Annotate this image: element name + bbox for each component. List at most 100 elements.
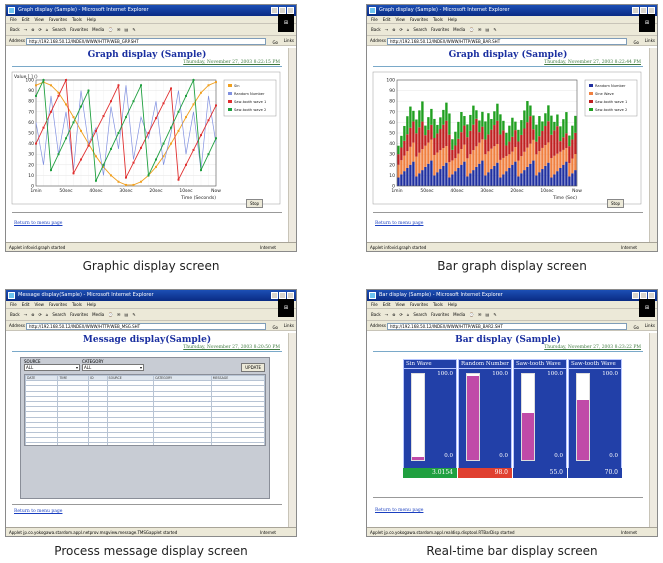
- return-to-menu-link[interactable]: Return to menu page: [14, 509, 62, 514]
- media-button[interactable]: Media: [92, 27, 104, 32]
- favorites-button[interactable]: Favorites: [431, 312, 449, 317]
- forward-button[interactable]: →: [24, 312, 27, 317]
- menu-view[interactable]: View: [34, 302, 44, 307]
- forward-button[interactable]: →: [24, 27, 27, 32]
- media-button[interactable]: Media: [453, 27, 465, 32]
- forward-button[interactable]: →: [385, 27, 388, 32]
- vertical-scrollbar[interactable]: [649, 333, 657, 527]
- stop-icon[interactable]: ⊗: [392, 27, 395, 32]
- menu-file[interactable]: File: [10, 302, 17, 307]
- menu-file[interactable]: File: [371, 302, 378, 307]
- menu-edit[interactable]: Edit: [22, 17, 30, 22]
- stop-icon[interactable]: ⊗: [392, 312, 395, 317]
- close-icon[interactable]: [287, 292, 294, 299]
- menu-edit[interactable]: Edit: [22, 302, 30, 307]
- mail-icon[interactable]: ✉: [478, 312, 481, 317]
- menu-file[interactable]: File: [371, 17, 378, 22]
- menu-file[interactable]: File: [10, 17, 17, 22]
- close-icon[interactable]: [648, 7, 655, 14]
- return-to-menu-link[interactable]: Return to menu page: [375, 508, 423, 513]
- return-to-menu-link[interactable]: Return to menu page: [375, 221, 423, 226]
- menu-tools[interactable]: Tools: [433, 17, 443, 22]
- vertical-scrollbar[interactable]: [288, 48, 296, 242]
- menu-favorites[interactable]: Favorites: [49, 302, 67, 307]
- menu-view[interactable]: View: [34, 17, 44, 22]
- minimize-icon[interactable]: [271, 7, 278, 14]
- maximize-icon[interactable]: [279, 7, 286, 14]
- forward-button[interactable]: →: [385, 312, 388, 317]
- go-button[interactable]: Go: [272, 38, 278, 48]
- refresh-icon[interactable]: ⟳: [399, 27, 402, 32]
- address-input[interactable]: http://192.168.50.12/INDEX/WWW/HTTP/WEB_…: [26, 323, 266, 330]
- menu-edit[interactable]: Edit: [383, 302, 391, 307]
- home-icon[interactable]: ⌂: [46, 312, 49, 317]
- menu-tools[interactable]: Tools: [433, 302, 443, 307]
- edit-icon[interactable]: ✎: [493, 312, 496, 317]
- menu-help[interactable]: Help: [448, 302, 457, 307]
- minimize-icon[interactable]: [632, 292, 639, 299]
- print-icon[interactable]: ▤: [125, 312, 129, 317]
- refresh-icon[interactable]: ⟳: [399, 312, 402, 317]
- menu-favorites[interactable]: Favorites: [410, 302, 428, 307]
- category-select[interactable]: ALL ▾: [82, 364, 144, 371]
- address-input[interactable]: http://192.168.50.12/INDEX/WWW/HTTP/WEB_…: [26, 38, 266, 45]
- media-button[interactable]: Media: [92, 312, 104, 317]
- menu-favorites[interactable]: Favorites: [410, 17, 428, 22]
- edit-icon[interactable]: ✎: [132, 312, 135, 317]
- address-input[interactable]: http://192.168.50.12/INDEX/WWW/HTTP/WEB_…: [387, 38, 627, 45]
- edit-icon[interactable]: ✎: [493, 27, 496, 32]
- history-icon[interactable]: ⌚: [469, 27, 474, 32]
- links-button[interactable]: Links: [284, 36, 294, 46]
- menu-help[interactable]: Help: [87, 17, 96, 22]
- maximize-icon[interactable]: [279, 292, 286, 299]
- menu-tools[interactable]: Tools: [72, 302, 82, 307]
- home-icon[interactable]: ⌂: [46, 27, 49, 32]
- search-button[interactable]: Search: [413, 27, 427, 32]
- table-row[interactable]: [25, 442, 265, 445]
- close-icon[interactable]: [648, 292, 655, 299]
- links-button[interactable]: Links: [645, 321, 655, 331]
- minimize-icon[interactable]: [271, 292, 278, 299]
- go-button[interactable]: Go: [633, 38, 639, 48]
- home-icon[interactable]: ⌂: [407, 27, 410, 32]
- print-icon[interactable]: ▤: [486, 312, 490, 317]
- stop-icon[interactable]: ⊗: [31, 312, 34, 317]
- stop-icon[interactable]: ⊗: [31, 27, 34, 32]
- refresh-icon[interactable]: ⟳: [38, 27, 41, 32]
- maximize-icon[interactable]: [640, 7, 647, 14]
- media-button[interactable]: Media: [453, 312, 465, 317]
- return-to-menu-link[interactable]: Return to menu page: [14, 221, 62, 226]
- menu-edit[interactable]: Edit: [383, 17, 391, 22]
- print-icon[interactable]: ▤: [125, 27, 129, 32]
- address-input[interactable]: http://192.168.50.12/INDEX/WWW/HTTP/WEB_…: [387, 323, 627, 330]
- favorites-button[interactable]: Favorites: [431, 27, 449, 32]
- update-button[interactable]: UPDATE: [241, 363, 265, 372]
- go-button[interactable]: Go: [633, 323, 639, 333]
- favorites-button[interactable]: Favorites: [70, 27, 88, 32]
- favorites-button[interactable]: Favorites: [70, 312, 88, 317]
- search-button[interactable]: Search: [52, 27, 66, 32]
- close-icon[interactable]: [287, 7, 294, 14]
- mail-icon[interactable]: ✉: [478, 27, 481, 32]
- history-icon[interactable]: ⌚: [108, 27, 113, 32]
- search-button[interactable]: Search: [413, 312, 427, 317]
- mail-icon[interactable]: ✉: [117, 27, 120, 32]
- menu-favorites[interactable]: Favorites: [49, 17, 67, 22]
- mail-icon[interactable]: ✉: [117, 312, 120, 317]
- back-button[interactable]: Back: [371, 27, 381, 32]
- menu-help[interactable]: Help: [448, 17, 457, 22]
- source-select[interactable]: ALL ▾: [24, 364, 80, 371]
- history-icon[interactable]: ⌚: [469, 312, 474, 317]
- menu-help[interactable]: Help: [87, 302, 96, 307]
- links-button[interactable]: Links: [284, 321, 294, 331]
- links-button[interactable]: Links: [645, 36, 655, 46]
- minimize-icon[interactable]: [632, 7, 639, 14]
- vertical-scrollbar[interactable]: [288, 333, 296, 527]
- stop-button[interactable]: Stop: [607, 199, 625, 208]
- maximize-icon[interactable]: [640, 292, 647, 299]
- print-icon[interactable]: ▤: [486, 27, 490, 32]
- vertical-scrollbar[interactable]: [649, 48, 657, 242]
- menu-view[interactable]: View: [395, 302, 405, 307]
- edit-icon[interactable]: ✎: [132, 27, 135, 32]
- back-button[interactable]: Back: [10, 312, 20, 317]
